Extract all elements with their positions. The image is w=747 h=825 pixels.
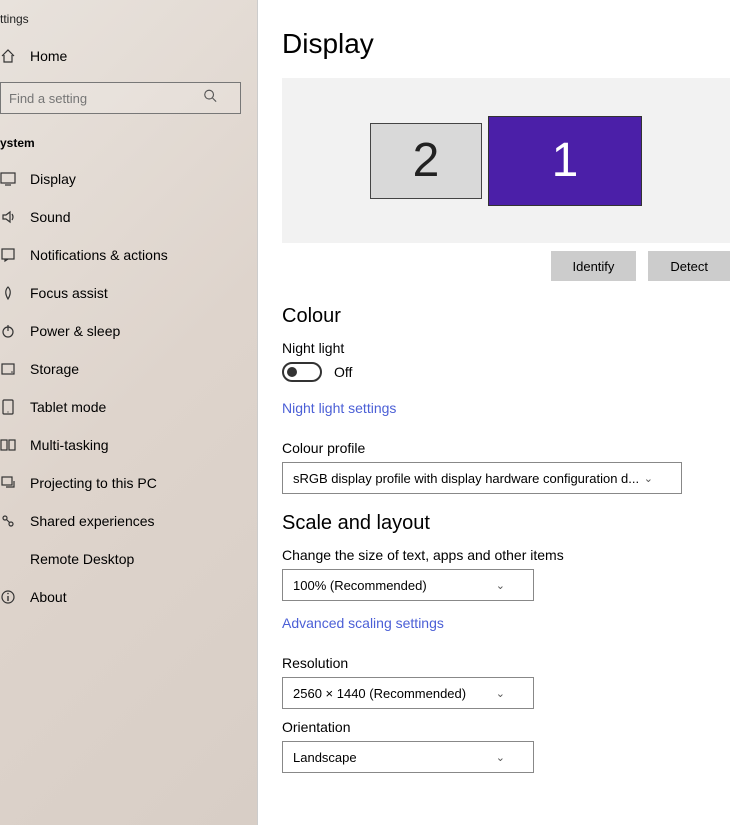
sidebar-item-label: Multi-tasking — [30, 437, 109, 453]
sidebar-item-label: Storage — [30, 361, 79, 377]
sidebar-item-display[interactable]: Display — [0, 160, 257, 198]
resolution-select[interactable]: 2560 × 1440 (Recommended) ⌄ — [282, 677, 534, 709]
home-icon — [0, 48, 16, 64]
sidebar-item-remote[interactable]: Remote Desktop — [0, 540, 257, 578]
display-icon — [0, 171, 16, 187]
nav-home[interactable]: Home — [0, 38, 257, 82]
sidebar-item-label: Display — [30, 171, 76, 187]
colour-profile-select[interactable]: sRGB display profile with display hardwa… — [282, 462, 682, 494]
sidebar-item-projecting[interactable]: Projecting to this PC — [0, 464, 257, 502]
detect-button[interactable]: Detect — [648, 251, 730, 281]
advanced-scaling-link[interactable]: Advanced scaling settings — [282, 615, 444, 631]
sidebar-item-multitask[interactable]: Multi-tasking — [0, 426, 257, 464]
orientation-label: Orientation — [282, 719, 747, 735]
multitask-icon — [0, 437, 16, 453]
display-arrangement[interactable]: 2 1 — [282, 78, 730, 243]
sidebar-item-sound[interactable]: Sound — [0, 198, 257, 236]
resolution-label: Resolution — [282, 655, 747, 671]
sidebar-item-storage[interactable]: Storage — [0, 350, 257, 388]
sidebar-item-label: Notifications & actions — [30, 247, 168, 263]
sidebar-item-label: Projecting to this PC — [30, 475, 157, 491]
search-wrap — [0, 82, 257, 130]
storage-icon — [0, 361, 16, 377]
chevron-down-icon: ⌄ — [496, 579, 505, 592]
sidebar-item-label: Sound — [30, 209, 70, 225]
orientation-select[interactable]: Landscape ⌄ — [282, 741, 534, 773]
night-light-toggle[interactable] — [282, 362, 322, 382]
chevron-down-icon: ⌄ — [496, 751, 505, 764]
page-title: Display — [282, 28, 747, 60]
search-input[interactable] — [0, 82, 241, 114]
sidebar-item-label: Tablet mode — [30, 399, 106, 415]
sidebar-item-tablet[interactable]: Tablet mode — [0, 388, 257, 426]
text-size-select[interactable]: 100% (Recommended) ⌄ — [282, 569, 534, 601]
colour-profile-value: sRGB display profile with display hardwa… — [293, 471, 639, 486]
orientation-value: Landscape — [293, 750, 357, 765]
colour-heading: Colour — [282, 305, 747, 328]
toggle-knob-icon — [287, 367, 297, 377]
tablet-icon — [0, 399, 16, 415]
night-light-settings-link[interactable]: Night light settings — [282, 400, 396, 416]
sidebar-item-about[interactable]: About — [0, 578, 257, 616]
monitor-1[interactable]: 1 — [488, 116, 642, 206]
sidebar-item-label: Focus assist — [30, 285, 108, 301]
sidebar-item-power[interactable]: Power & sleep — [0, 312, 257, 350]
text-size-value: 100% (Recommended) — [293, 578, 427, 593]
sidebar-item-label: Power & sleep — [30, 323, 120, 339]
monitor-2[interactable]: 2 — [370, 123, 482, 199]
sidebar-item-notifications[interactable]: Notifications & actions — [0, 236, 257, 274]
night-light-label: Night light — [282, 340, 747, 356]
shared-icon — [0, 513, 16, 529]
sound-icon — [0, 209, 16, 225]
sidebar-section-header: ystem — [0, 130, 257, 160]
sidebar-item-focus[interactable]: Focus assist — [0, 274, 257, 312]
colour-profile-label: Colour profile — [282, 440, 747, 456]
sidebar-item-label: Remote Desktop — [30, 551, 134, 567]
notifications-icon — [0, 247, 16, 263]
chevron-down-icon: ⌄ — [496, 687, 505, 700]
about-icon — [0, 589, 16, 605]
night-light-state: Off — [334, 364, 352, 380]
text-size-label: Change the size of text, apps and other … — [282, 547, 747, 563]
resolution-value: 2560 × 1440 (Recommended) — [293, 686, 466, 701]
scale-heading: Scale and layout — [282, 512, 747, 535]
sidebar-item-shared[interactable]: Shared experiences — [0, 502, 257, 540]
chevron-down-icon: ⌄ — [644, 472, 653, 485]
nav-home-label: Home — [30, 48, 67, 64]
app-title: ttings — [0, 8, 257, 38]
sidebar-item-label: About — [30, 589, 67, 605]
identify-button[interactable]: Identify — [551, 251, 637, 281]
power-icon — [0, 323, 16, 339]
sidebar-item-label: Shared experiences — [30, 513, 155, 529]
main-content: Display 2 1 Identify Detect Colour Night… — [258, 0, 747, 825]
projecting-icon — [0, 475, 16, 491]
focus-icon — [0, 285, 16, 301]
sidebar: ttings Home ystem Display Sound Notificati… — [0, 0, 258, 825]
